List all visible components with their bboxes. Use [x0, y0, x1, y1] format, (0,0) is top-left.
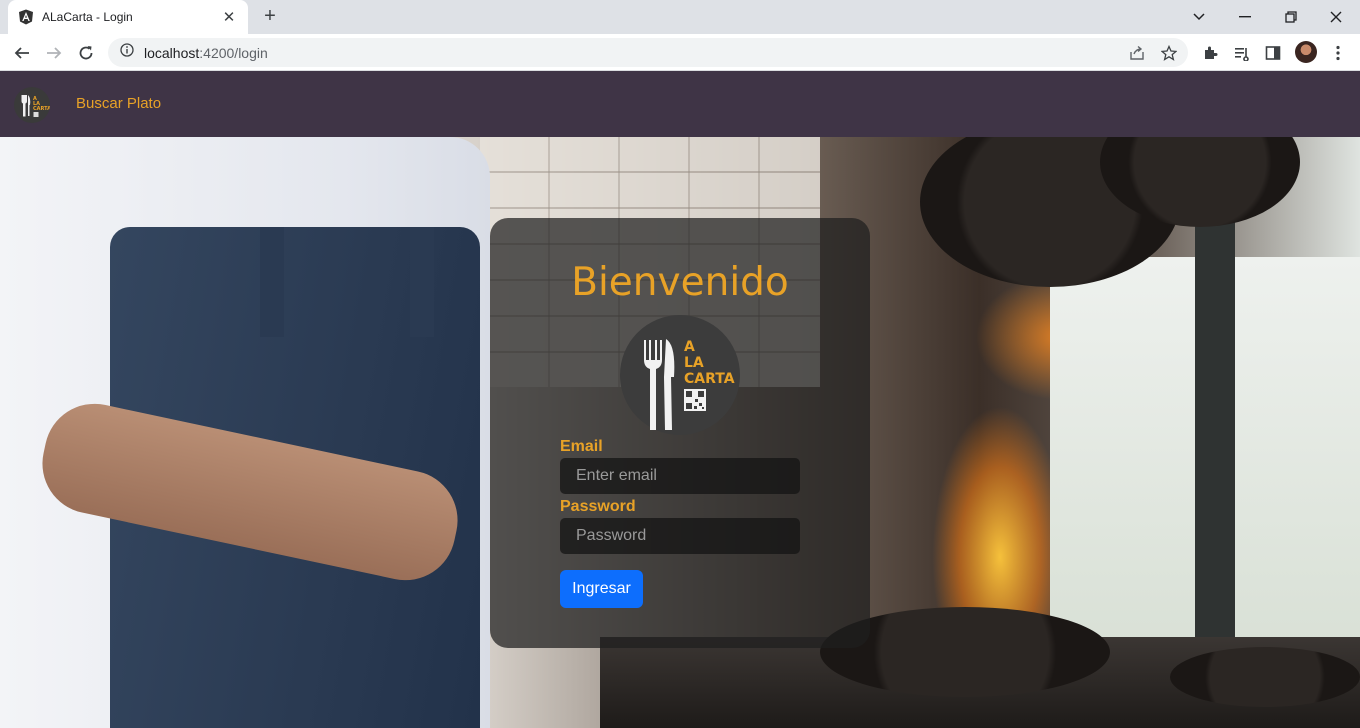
- app-navbar: A LA CARTA Buscar Plato: [0, 71, 1360, 137]
- apron-strap: [410, 227, 434, 337]
- url-text: localhost:4200/login: [144, 45, 268, 61]
- restore-icon[interactable]: [1280, 6, 1302, 28]
- tab-search-icon[interactable]: [1188, 6, 1210, 28]
- logo-line-3: CARTA: [684, 371, 735, 387]
- minimize-icon[interactable]: [1234, 6, 1256, 28]
- more-menu-icon[interactable]: [1328, 43, 1348, 63]
- stove-pan: [1170, 647, 1360, 707]
- qr-code-icon: [684, 389, 706, 411]
- svg-text:CARTA: CARTA: [33, 106, 50, 112]
- login-title: Bienvenido: [571, 260, 789, 305]
- email-label: Email: [560, 438, 603, 455]
- extensions-icon[interactable]: [1200, 43, 1220, 63]
- site-info-icon[interactable]: [120, 43, 134, 62]
- share-icon[interactable]: [1128, 44, 1146, 62]
- fork-icon: [644, 340, 662, 430]
- ingresar-button[interactable]: Ingresar: [560, 570, 643, 608]
- tab-title: ALaCarta - Login: [42, 10, 133, 24]
- email-input[interactable]: [560, 458, 800, 494]
- knife-icon: [664, 339, 675, 430]
- reading-list-icon[interactable]: [1232, 43, 1252, 63]
- bookmark-star-icon[interactable]: [1160, 44, 1178, 62]
- browser-tab-strip: ALaCarta - Login ✕ +: [0, 0, 1360, 34]
- tab-close-icon[interactable]: ✕: [220, 8, 238, 26]
- url-host: localhost: [144, 44, 200, 61]
- buscar-plato-link[interactable]: Buscar Plato: [76, 95, 161, 112]
- password-input[interactable]: [560, 518, 800, 554]
- login-card: Bienvenido A LA CARTA Email Passwor: [490, 218, 870, 648]
- logo-line-1: A: [684, 339, 695, 355]
- window-frame: [1195, 207, 1235, 677]
- close-window-icon[interactable]: [1325, 6, 1347, 28]
- new-tab-icon[interactable]: +: [260, 6, 280, 27]
- back-arrow-icon[interactable]: [10, 41, 34, 65]
- forward-arrow-icon[interactable]: [42, 41, 66, 65]
- url-path: :4200/login: [199, 44, 268, 61]
- browser-toolbar: localhost:4200/login: [0, 34, 1360, 71]
- logo-line-2: LA: [684, 355, 704, 371]
- apron-strap: [260, 227, 284, 337]
- profile-avatar[interactable]: [1295, 41, 1317, 63]
- side-panel-icon[interactable]: [1263, 43, 1283, 63]
- address-bar[interactable]: localhost:4200/login: [108, 38, 1188, 67]
- reload-icon[interactable]: [74, 41, 98, 65]
- navbar-logo[interactable]: A LA CARTA: [14, 87, 50, 123]
- angular-favicon-icon: [18, 9, 34, 25]
- browser-tab[interactable]: ALaCarta - Login ✕: [8, 0, 248, 34]
- password-label: Password: [560, 498, 636, 515]
- alacarta-logo: A LA CARTA: [620, 315, 740, 435]
